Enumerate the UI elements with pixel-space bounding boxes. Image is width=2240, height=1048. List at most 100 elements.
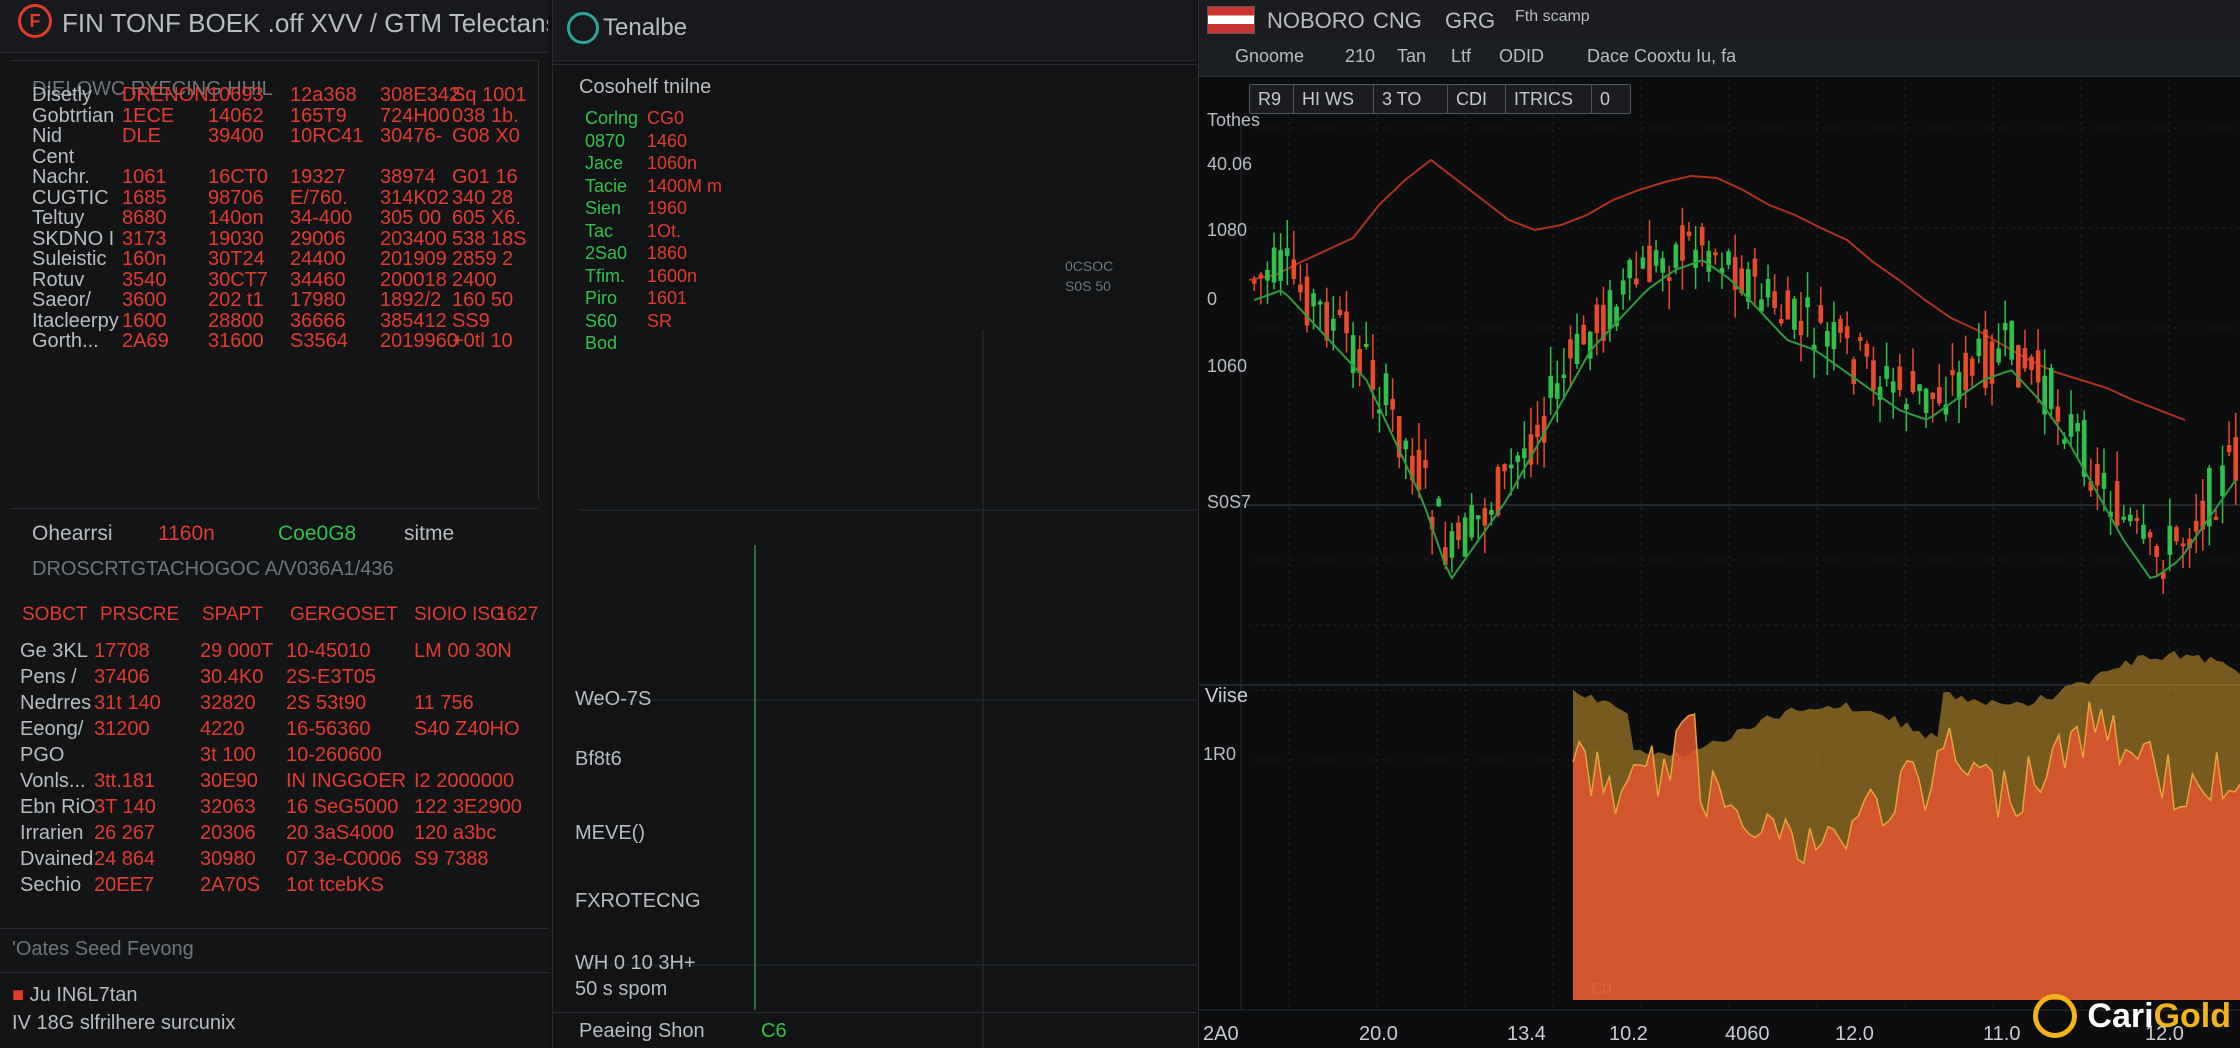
- bottom-table-header: GERGOSET: [290, 604, 398, 625]
- bottom-table-cell: 31200: [94, 718, 150, 740]
- candle-body: [1423, 460, 1428, 468]
- candle-body: [1798, 320, 1804, 336]
- candle-body: [1904, 404, 1909, 410]
- candle-body: [1765, 279, 1771, 298]
- candle-body: [2009, 320, 2015, 360]
- bottom-table-cell: 11 756: [414, 692, 474, 714]
- candle-body: [2002, 322, 2008, 331]
- candle-body: [1258, 274, 1264, 279]
- bottom-table-cell: IN INGGOER: [286, 770, 407, 792]
- candle-body: [1772, 291, 1777, 309]
- candle-body: [1568, 339, 1573, 359]
- candle-body: [1265, 269, 1270, 281]
- candle-body: [1390, 398, 1395, 410]
- candlestick-chart: Tothes40.06108001060S0S7Viise1R0C02A020.…: [1199, 80, 2240, 1045]
- top-table-cell: 39400: [208, 125, 264, 147]
- candle-body: [1640, 257, 1646, 269]
- candle-body: [1937, 387, 1942, 404]
- candle-body: [1449, 531, 1455, 558]
- candle-body: [1344, 311, 1349, 334]
- tiny-note-2: S0S 50: [1065, 278, 1111, 294]
- candle-body: [1831, 322, 1837, 350]
- mid-bottom-label: Peaeing Shon: [579, 1020, 705, 1042]
- mid-item-label: Jace: [585, 153, 624, 173]
- bottom-table-cell: Nedrres: [20, 692, 92, 714]
- candle-body: [1594, 304, 1600, 334]
- candle-body: [2193, 520, 2199, 532]
- bottom-table-cell: 10-45010: [286, 640, 371, 662]
- candle-body: [1930, 392, 1936, 400]
- candle-body: [1726, 251, 1731, 265]
- bottom-table-cell: 32063: [200, 796, 256, 818]
- mid-item-label: S60: [585, 310, 618, 331]
- mid-panel: Tenalbe Cosohelf tnilne Corlng CG0 0870 146…: [552, 0, 1197, 1048]
- bottom-table-cell: 32820: [200, 692, 256, 714]
- bottom-table-cell: 26 267: [94, 822, 156, 844]
- candle-body: [1897, 366, 1903, 390]
- candle-body: [2233, 437, 2239, 481]
- candle-body: [1489, 510, 1494, 515]
- mid-lower-label: Bf8t6: [575, 748, 622, 770]
- x-tick-label: 12.0: [1835, 1023, 1874, 1045]
- candle-body: [1370, 359, 1376, 390]
- candle-body: [2174, 527, 2179, 542]
- candle-body: [2213, 516, 2219, 520]
- candle-body: [1634, 278, 1639, 285]
- bottom-table-cell: I2 2000000: [414, 770, 515, 792]
- bottom-table-cell: 24 864: [94, 848, 156, 870]
- y-tick-label: S0S7: [1207, 492, 1251, 512]
- candle-body: [1311, 293, 1316, 307]
- mid-item-value: SR: [647, 310, 673, 331]
- bottom-table-cell: 16 SeG5000: [286, 796, 399, 818]
- top-table-cell: 31600: [208, 330, 264, 352]
- volume-label: Viise: [1205, 685, 1248, 707]
- mid-item-value: 1960: [647, 198, 688, 218]
- candle-body: [1910, 371, 1916, 393]
- candle-body: [1271, 247, 1277, 283]
- candle-body: [1686, 231, 1692, 237]
- top-table-cell: G08 X0: [452, 125, 520, 147]
- top-table-cell: DLE: [122, 125, 161, 147]
- y-tick-label: 0: [1207, 289, 1217, 309]
- mid-bottom-value: C6: [761, 1020, 787, 1042]
- candle-body: [1660, 258, 1665, 273]
- mid-item-value: 1Ot.: [647, 220, 682, 241]
- candle-body: [1495, 466, 1501, 516]
- mid-item-value: CG0: [647, 108, 685, 128]
- candle-body: [1752, 258, 1758, 277]
- ma-line-green: [1253, 259, 2237, 581]
- mid-item-value: 1860: [647, 243, 688, 263]
- bottom-table-cell: Sechio: [20, 874, 82, 896]
- coin-icon: [2033, 994, 2078, 1038]
- candle-body: [2226, 445, 2232, 453]
- candle-body: [1844, 326, 1850, 339]
- bottom-table-cell: 120 a3bc: [414, 822, 497, 844]
- bottom-table-cell: 31t 140: [94, 692, 161, 714]
- candle-body: [1607, 290, 1613, 330]
- candle-body: [2167, 525, 2173, 555]
- bottom-table-cell: 30E90: [200, 770, 258, 792]
- mid-lower-label: 50 s spom: [575, 978, 668, 1000]
- mid-item-label: Tfim.: [585, 265, 625, 286]
- y-tick-label: Tothes: [1207, 110, 1260, 130]
- candle-body: [2068, 414, 2074, 437]
- bottom-table-cell: 1ot tcebKS: [286, 874, 384, 896]
- footer-line-1: ■ Ju IN6L7tan: [12, 984, 138, 1006]
- mid-item-value: 1460: [647, 130, 688, 151]
- y-tick-label: 40.06: [1207, 154, 1252, 174]
- candle-body: [1456, 522, 1461, 541]
- candle-body: [1792, 298, 1797, 330]
- candle-body: [1699, 226, 1705, 246]
- mid-item-value: 1400M m: [647, 175, 723, 196]
- bottom-table-cell: Ge 3KL: [20, 640, 88, 662]
- bottom-table-cell: 3tt.181: [94, 770, 156, 792]
- candle-body: [1515, 455, 1521, 462]
- candle-body: [1561, 374, 1567, 379]
- bottom-table-cell: LM 00 30N: [414, 640, 512, 662]
- mid-section-title: Cosohelf tnilne: [579, 76, 712, 98]
- mid-label-a: Ohearrsi: [32, 522, 113, 545]
- mid-caption: DROSCRTGTACHOGOC A/V036A1/436: [32, 558, 394, 580]
- candle-body: [2180, 543, 2186, 547]
- candle-body: [1475, 515, 1481, 520]
- candle-body: [1522, 448, 1527, 459]
